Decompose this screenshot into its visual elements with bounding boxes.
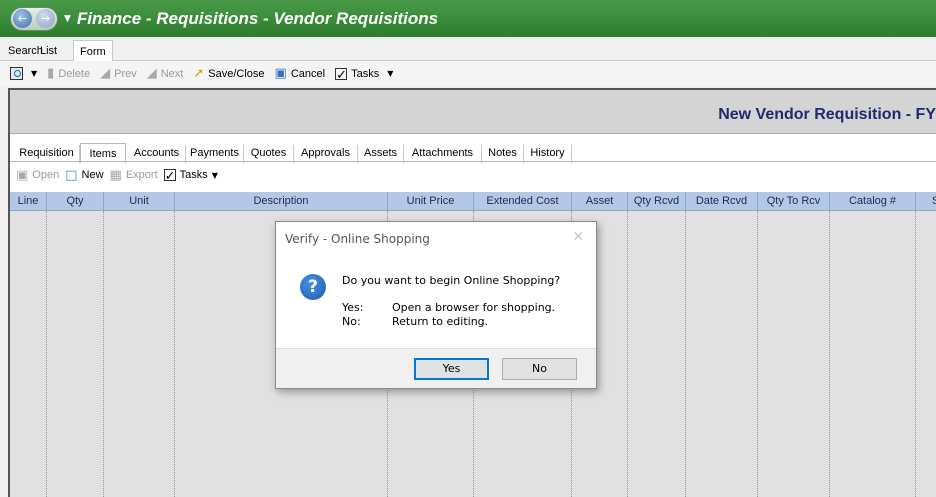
column-divider: [829, 211, 830, 497]
column-header-unit[interactable]: Unit: [104, 192, 175, 211]
column-divider: [46, 211, 47, 497]
top-tab-bar: Search List Form: [0, 37, 936, 62]
column-header-extended-cost[interactable]: Extended Cost: [474, 192, 572, 211]
dialog-yes-row: Yes: Open a browser for shopping.: [342, 301, 555, 314]
chevron-down-icon: ▼: [387, 69, 394, 78]
yes-key: Yes:: [342, 301, 364, 314]
online-shopping-dialog: Verify - Online Shopping ✕ ? Do you want…: [275, 221, 597, 389]
column-header-asset[interactable]: Asset: [572, 192, 628, 211]
nav-buttons: ← →: [10, 6, 58, 31]
column-header-qty-to-rcv[interactable]: Qty To Rcv: [758, 192, 830, 211]
open-button[interactable]: ▣ Open: [16, 169, 59, 182]
window-title: Finance - Requisitions - Vendor Requisit…: [76, 8, 439, 28]
column-divider: [757, 211, 758, 497]
yes-description: Open a browser for shopping.: [392, 301, 556, 314]
next-label: Next: [160, 67, 184, 80]
delete-label: Delete: [58, 67, 91, 80]
tab-divider: [10, 161, 936, 162]
checkbox-icon: ✓: [335, 67, 348, 83]
column-header-line[interactable]: Line: [10, 192, 47, 211]
grid-header: Line Qty Unit Description Unit Price Ext…: [10, 192, 936, 211]
tab-form[interactable]: Form: [73, 40, 113, 62]
prev-button[interactable]: ◢ Prev: [100, 67, 137, 80]
column-header-description[interactable]: Description: [175, 192, 388, 211]
title-bar: ← → ▼ Finance - Requisitions - Vendor Re…: [0, 0, 936, 37]
cancel-label: Cancel: [290, 67, 326, 80]
dialog-title: Verify - Online Shopping: [285, 232, 430, 246]
cancel-icon: ▣: [274, 66, 287, 81]
chevron-down-icon: ▼: [31, 69, 38, 78]
column-header-date-rcvd[interactable]: Date Rcvd: [686, 192, 758, 211]
column-header-unit-price[interactable]: Unit Price: [388, 192, 474, 211]
column-divider: [174, 211, 175, 497]
chevron-down-icon: ▼: [211, 170, 218, 180]
yes-button[interactable]: Yes: [414, 358, 489, 380]
sub-tab-bar: Requisition Items Accounts Payments Quot…: [10, 143, 936, 163]
next-button[interactable]: ◢ Next: [147, 67, 184, 80]
new-document-icon: □: [65, 167, 78, 183]
save-icon: ➚: [193, 66, 205, 81]
forward-arrow-icon[interactable]: →: [36, 9, 55, 28]
magnifier-icon: [10, 67, 23, 80]
dialog-no-row: No: Return to editing.: [342, 315, 488, 328]
tab-items[interactable]: Items: [80, 143, 126, 163]
tasks-button[interactable]: ✓ Tasks ▼: [335, 67, 394, 83]
save-close-label: Save/Close: [208, 67, 265, 80]
column-header-s[interactable]: S: [916, 192, 936, 211]
page-title: New Vendor Requisition - FY: [718, 106, 936, 123]
close-icon[interactable]: ✕: [572, 229, 584, 245]
column-divider: [627, 211, 628, 497]
column-header-qty[interactable]: Qty: [47, 192, 104, 211]
export-icon: ▦: [109, 167, 122, 183]
dialog-footer: Yes No: [276, 348, 596, 388]
next-arrow-icon: ◢: [146, 66, 157, 81]
items-toolbar: ▣ Open □ New ▦ Export ✓ Tasks ▼: [10, 164, 936, 186]
search-menu-button[interactable]: ▼: [10, 67, 37, 80]
items-tasks-label: Tasks: [179, 169, 208, 181]
dialog-question: Do you want to begin Online Shopping?: [342, 274, 561, 287]
tasks-label: Tasks: [351, 67, 380, 80]
no-button[interactable]: No: [502, 358, 577, 380]
column-divider: [915, 211, 916, 497]
export-label: Export: [125, 169, 158, 181]
export-button[interactable]: ▦ Export: [110, 169, 158, 182]
save-close-button[interactable]: ➚ Save/Close: [193, 67, 264, 80]
column-divider: [103, 211, 104, 497]
tab-list[interactable]: List: [34, 42, 63, 61]
checkbox-icon: ✓: [163, 169, 176, 184]
no-description: Return to editing.: [392, 315, 489, 328]
prev-arrow-icon: ◢: [100, 66, 111, 81]
question-icon: ?: [300, 274, 326, 300]
column-divider: [685, 211, 686, 497]
main-toolbar: ▼ ▮ Delete ◢ Prev ◢ Next ➚ Save/Close ▣ …: [0, 61, 936, 86]
delete-button[interactable]: ▮ Delete: [47, 67, 90, 80]
back-arrow-icon[interactable]: ←: [13, 9, 32, 28]
camera-icon: ▣: [16, 167, 29, 183]
column-header-qty-rcvd[interactable]: Qty Rcvd: [628, 192, 686, 211]
new-label: New: [81, 169, 104, 181]
chevron-down-icon[interactable]: ▼: [64, 14, 71, 24]
form-banner: New Vendor Requisition - FY: [10, 90, 936, 134]
cancel-button[interactable]: ▣ Cancel: [275, 67, 326, 80]
open-label: Open: [32, 169, 60, 181]
trash-icon: ▮: [47, 66, 55, 81]
no-key: No:: [342, 315, 361, 328]
app-window: ← → ▼ Finance - Requisitions - Vendor Re…: [0, 0, 936, 497]
new-button[interactable]: □ New: [65, 169, 103, 182]
column-header-catalog[interactable]: Catalog #: [830, 192, 916, 211]
items-tasks-button[interactable]: ✓ Tasks ▼: [163, 169, 218, 184]
prev-label: Prev: [114, 67, 137, 80]
